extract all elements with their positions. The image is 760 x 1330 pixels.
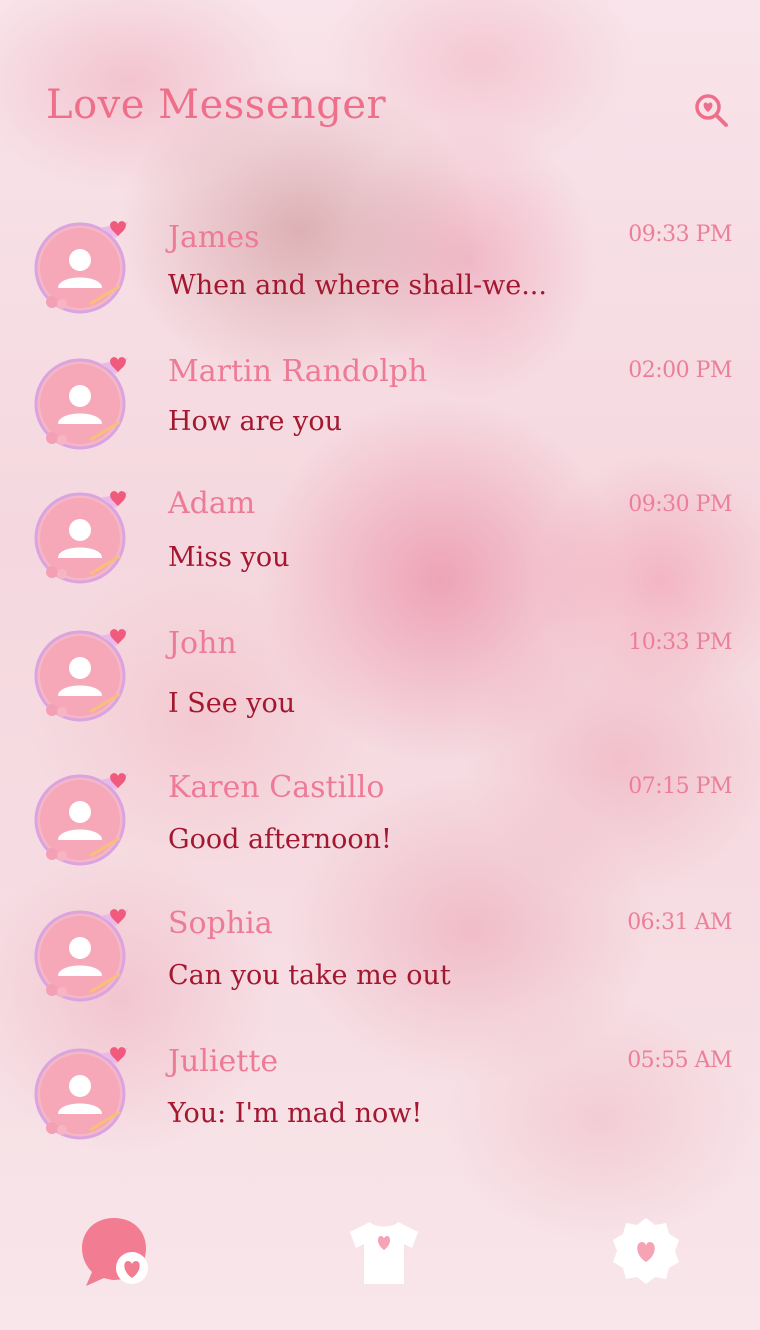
avatar [30,216,138,316]
last-message: You: I'm mad now! [168,1098,423,1129]
contact-name: Martin Randolph [168,354,428,389]
avatar-frame-icon [34,773,128,866]
avatar-frame-icon [34,491,128,584]
conversation-row[interactable]: Adam Miss you 09:30 PM [0,480,760,600]
message-time: 02:00 PM [628,358,732,383]
theme-shirt-icon [350,1222,418,1284]
conversation-row[interactable]: Martin Randolph How are you 02:00 PM [0,344,760,464]
conversation-row[interactable]: Sophia Can you take me out 06:31 AM [0,900,760,1020]
search-button[interactable] [693,92,729,128]
conversation-row[interactable]: Karen Castillo Good afternoon! 07:15 PM [0,764,760,884]
conversation-row[interactable]: Juliette You: I'm mad now! 05:55 AM [0,1040,760,1160]
contact-name: Juliette [168,1044,279,1079]
avatar-frame-icon [34,221,128,314]
avatar-frame-icon [34,1047,128,1140]
app-title: Love Messenger [46,82,387,128]
contact-name: John [168,626,237,661]
avatar-frame-icon [34,357,128,450]
nav-chats[interactable] [78,1214,158,1290]
last-message: When and where shall-we... [168,270,547,301]
nav-themes[interactable] [344,1214,424,1290]
avatar-frame-icon [34,909,128,1002]
contact-name: Adam [168,486,256,521]
nav-settings[interactable] [606,1214,686,1290]
message-time: 05:55 AM [627,1048,732,1073]
avatar [30,624,138,724]
message-time: 07:15 PM [628,774,732,799]
conversation-row[interactable]: John I See you 10:33 PM [0,620,760,740]
search-heart-icon [695,94,728,127]
bottom-nav [0,1190,760,1310]
message-time: 06:31 AM [627,910,732,935]
last-message: Miss you [168,542,290,573]
contact-name: Karen Castillo [168,770,385,805]
avatar [30,904,138,1004]
conversation-row[interactable]: James When and where shall-we... 09:33 P… [0,208,760,328]
contact-name: Sophia [168,906,273,941]
last-message: How are you [168,406,342,437]
avatar [30,352,138,452]
message-time: 09:33 PM [628,222,732,247]
avatar [30,1042,138,1142]
last-message: Good afternoon! [168,824,392,855]
last-message: Can you take me out [168,960,451,991]
last-message: I See you [168,688,296,719]
avatar [30,486,138,586]
settings-gear-heart-icon [613,1218,679,1284]
avatar [30,768,138,868]
message-time: 10:33 PM [628,630,732,655]
chat-heart-icon [82,1218,148,1286]
header: Love Messenger [0,0,760,190]
message-time: 09:30 PM [628,492,732,517]
avatar-frame-icon [34,629,128,722]
contact-name: James [168,220,260,255]
